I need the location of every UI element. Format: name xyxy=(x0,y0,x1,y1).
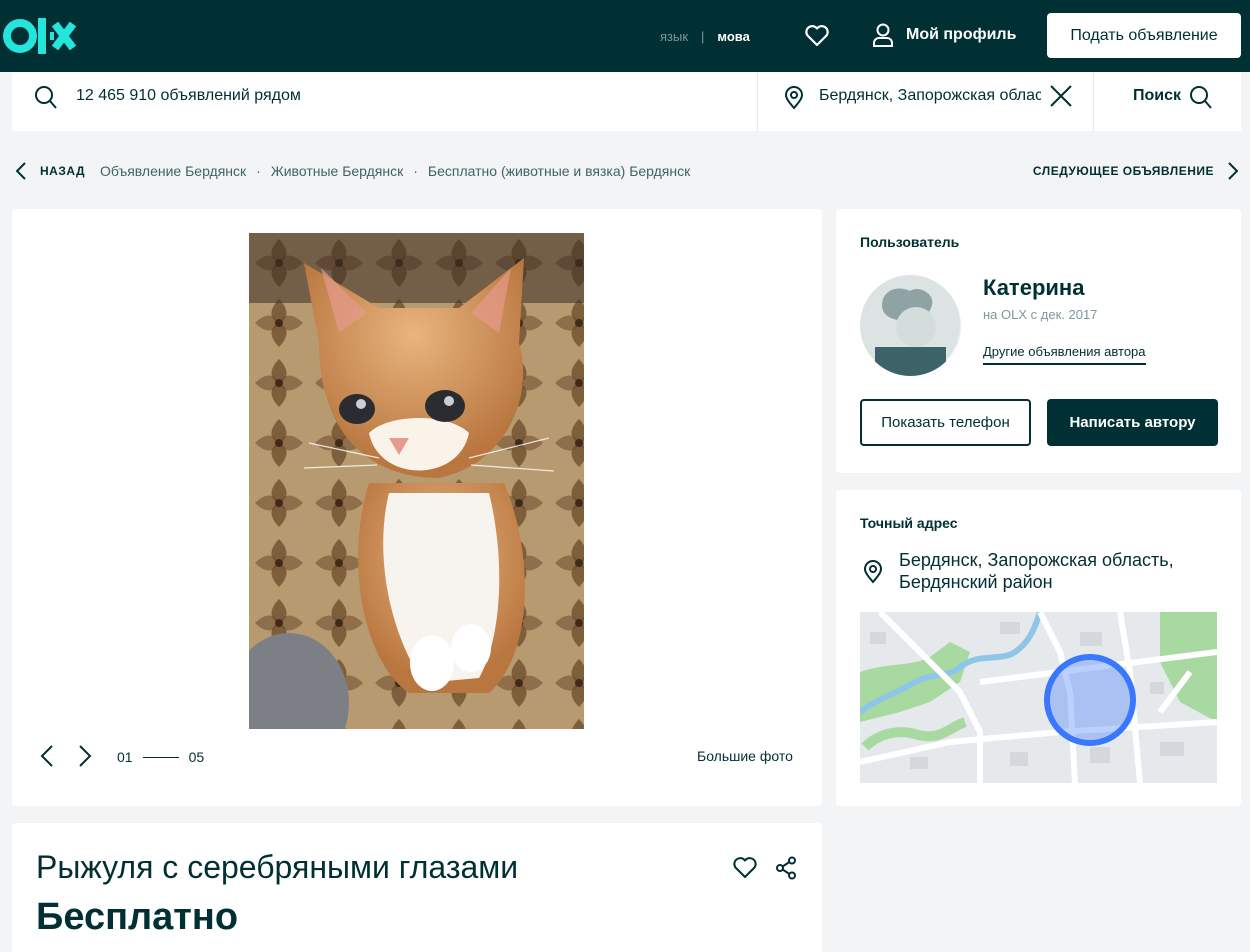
lang-ru-link[interactable]: язык xyxy=(660,29,688,44)
write-author-button[interactable]: Написать автору xyxy=(1047,399,1218,446)
post-ad-button[interactable]: Подать объявление xyxy=(1047,13,1241,58)
gallery-next-button[interactable] xyxy=(78,744,92,768)
chevron-left-icon xyxy=(16,162,26,180)
gallery-prev-button[interactable] xyxy=(40,744,54,768)
address-card: Точный адрес Бердянск, Запорожская облас… xyxy=(836,490,1241,806)
listing-title: Рыжуля с серебряными глазами xyxy=(36,849,519,885)
search-query-field[interactable]: 12 465 910 объявлений рядом xyxy=(12,72,758,131)
breadcrumb-item-free[interactable]: Бесплатно (животные и вязка) Бердянск xyxy=(428,163,690,179)
search-query-text: 12 465 910 объявлений рядом xyxy=(76,87,301,104)
share-icon[interactable] xyxy=(774,856,798,880)
breadcrumb-item-ads[interactable]: Объявление Бердянск xyxy=(100,163,246,179)
gallery-current: 01 xyxy=(117,749,133,765)
chevron-right-icon xyxy=(1228,162,1238,180)
search-button[interactable]: Поиск xyxy=(1094,72,1241,131)
big-photos-link[interactable]: Большие фото xyxy=(697,748,793,764)
favorites-heart-icon[interactable] xyxy=(804,24,830,48)
next-ad-link[interactable]: СЛЕДУЮЩЕЕ ОБЪЯВЛЕНИЕ xyxy=(1033,162,1238,180)
search-button-label: Поиск xyxy=(1133,87,1182,104)
photo-gallery: 01 05 Большие фото xyxy=(12,209,822,806)
search-bar: 12 465 910 объявлений рядом Бердянск, За… xyxy=(12,72,1241,131)
breadcrumb: НАЗАД Объявление Бердянск · Животные Бер… xyxy=(16,160,1238,182)
location-map[interactable] xyxy=(860,612,1217,783)
search-icon xyxy=(35,86,57,109)
seller-other-ads-link[interactable]: Другие объявления автора xyxy=(983,344,1146,365)
top-navigation-bar: язык | мова Мой профиль Подать объявлени… xyxy=(0,0,1250,72)
lang-ua-link[interactable]: мова xyxy=(717,29,749,44)
address-section-label: Точный адрес xyxy=(860,515,958,531)
breadcrumb-separator: · xyxy=(256,163,261,179)
olx-logo[interactable] xyxy=(3,16,79,56)
favorite-heart-icon[interactable] xyxy=(732,856,758,880)
next-ad-label: СЛЕДУЮЩЕЕ ОБЪЯВЛЕНИЕ xyxy=(1032,164,1214,178)
breadcrumb-separator: · xyxy=(413,163,418,179)
listing-price: Бесплатно xyxy=(36,896,239,938)
my-profile-link[interactable]: Мой профиль xyxy=(872,23,1016,47)
back-link[interactable]: НАЗАД xyxy=(16,162,85,180)
listing-title-card: Рыжуля с серебряными глазами Бесплатно xyxy=(12,823,822,952)
gallery-total: 05 xyxy=(188,749,205,765)
location-pin-icon xyxy=(784,86,804,110)
avatar[interactable] xyxy=(860,275,961,376)
gallery-counter-line xyxy=(142,756,179,758)
user-icon xyxy=(873,23,893,47)
seller-name: Катерина xyxy=(983,275,1085,300)
seller-section-label: Пользователь xyxy=(860,234,960,250)
seller-card: Пользователь Катерина на OLX с дек. 2017… xyxy=(836,209,1241,473)
kitten-photo[interactable] xyxy=(249,233,584,729)
close-icon[interactable] xyxy=(1049,84,1073,108)
location-pin-icon xyxy=(863,560,883,584)
lang-separator: | xyxy=(701,29,705,44)
seller-since: на OLX с дек. 2017 xyxy=(983,307,1098,322)
gallery-counter: 01 05 xyxy=(117,749,204,765)
breadcrumb-item-animals[interactable]: Животные Бердянск xyxy=(271,163,403,179)
language-switcher: язык | мова xyxy=(660,29,750,44)
search-location-text: Бердянск, Запорожская область xyxy=(819,87,1041,104)
my-profile-label: Мой профиль xyxy=(906,26,1017,43)
search-icon xyxy=(1190,86,1212,109)
search-location-field[interactable]: Бердянск, Запорожская область xyxy=(758,72,1094,131)
show-phone-button[interactable]: Показать телефон xyxy=(860,399,1031,446)
address-text: Бердянск, Запорожская область, Бердянски… xyxy=(899,550,1174,592)
back-label: НАЗАД xyxy=(40,164,86,178)
